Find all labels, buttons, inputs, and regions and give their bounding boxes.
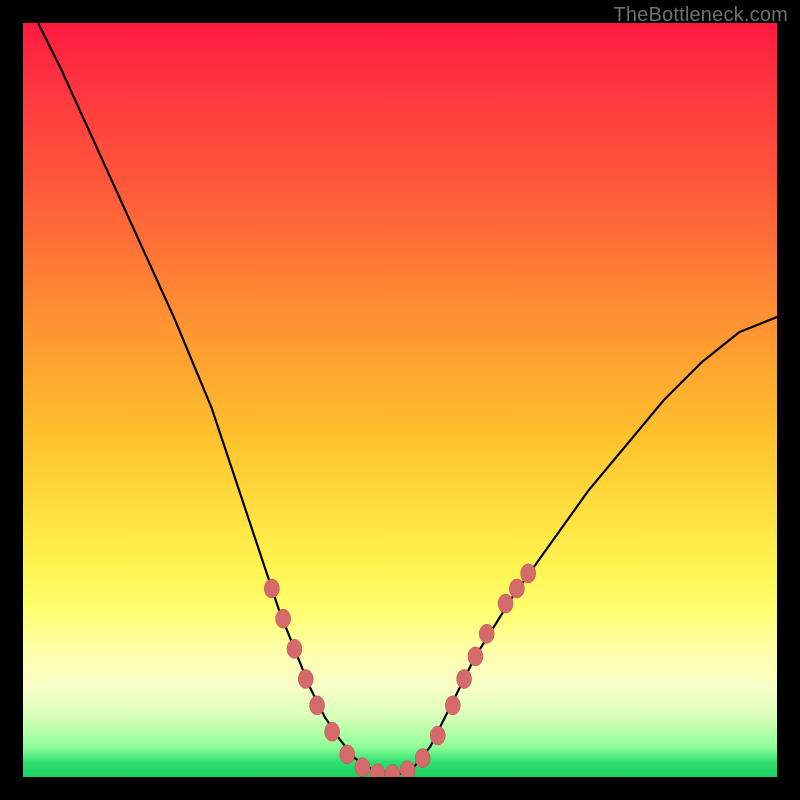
data-marker: [370, 764, 385, 777]
data-marker: [498, 594, 513, 613]
data-marker: [264, 579, 279, 598]
data-marker: [340, 745, 355, 764]
data-marker: [415, 749, 430, 768]
watermark-text: TheBottleneck.com: [613, 4, 788, 27]
curve-path: [38, 23, 777, 774]
data-marker: [310, 696, 325, 715]
data-marker: [445, 696, 460, 715]
data-marker: [468, 647, 483, 666]
data-marker: [298, 669, 313, 688]
data-marker: [385, 764, 400, 777]
bottleneck-curve: [38, 23, 777, 774]
data-marker: [400, 761, 415, 777]
data-marker: [521, 564, 536, 583]
data-marker: [287, 639, 302, 658]
data-marker: [457, 669, 472, 688]
data-marker: [509, 579, 524, 598]
chart-stage: TheBottleneck.com: [0, 0, 800, 800]
data-marker: [479, 624, 494, 643]
data-marker: [276, 609, 291, 628]
data-marker: [355, 758, 370, 777]
chart-svg: [23, 23, 777, 777]
plot-area: [23, 23, 777, 777]
data-marker: [325, 722, 340, 741]
marker-group: [264, 564, 535, 777]
data-marker: [430, 726, 445, 745]
